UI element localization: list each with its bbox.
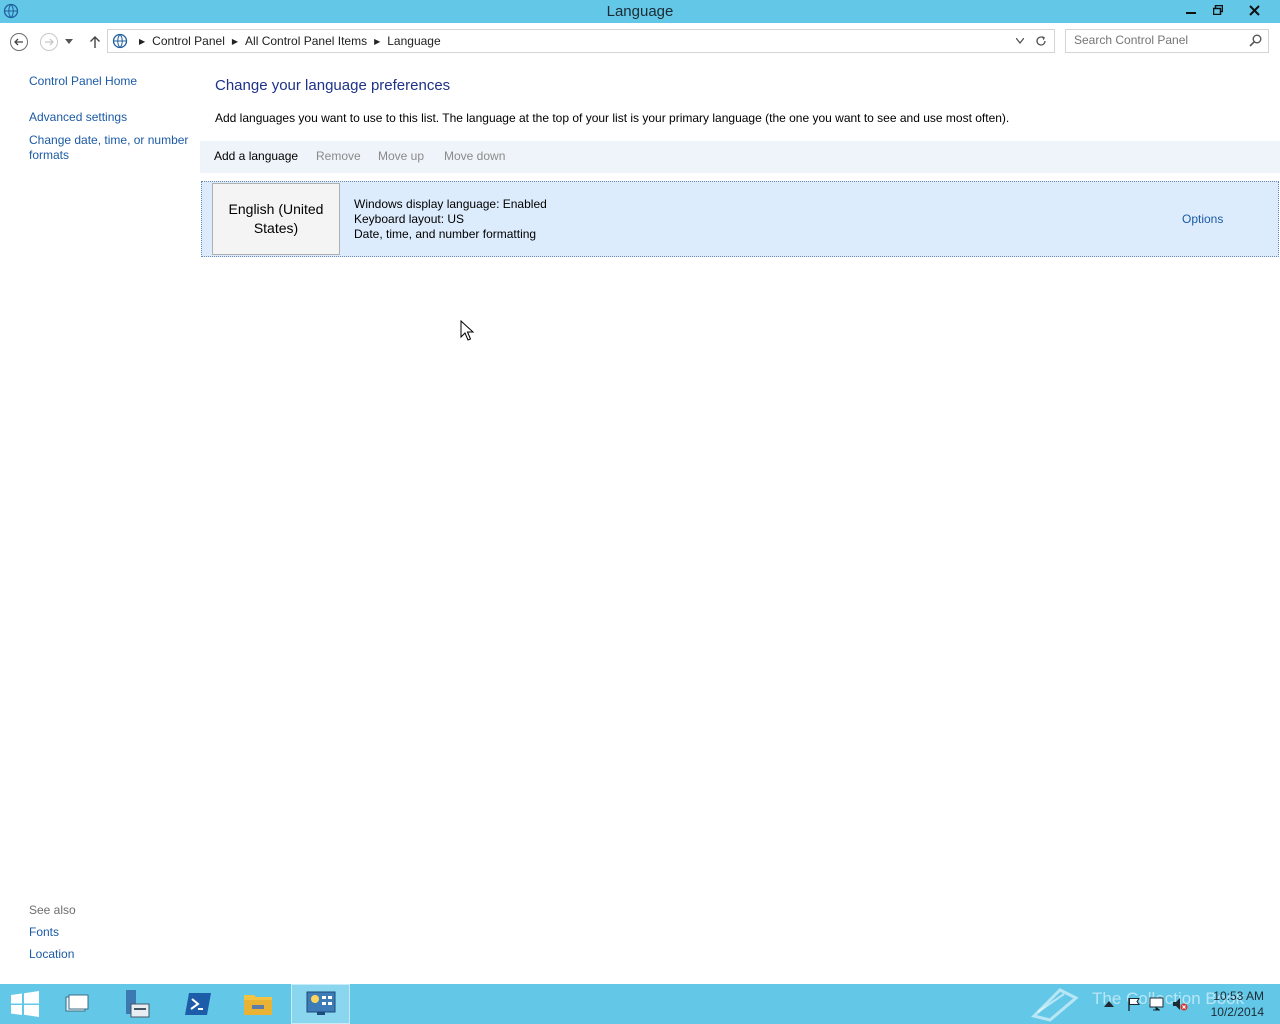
action-center-flag-icon[interactable] xyxy=(1126,996,1142,1012)
window-title: Language xyxy=(606,3,674,20)
taskbar-server-manager[interactable] xyxy=(112,984,158,1024)
search-icon[interactable] xyxy=(1249,34,1262,47)
show-hidden-icons-icon[interactable] xyxy=(1104,1000,1114,1008)
language-toolbar: Add a language Remove Move up Move down xyxy=(200,141,1280,173)
move-up-button[interactable]: Move up xyxy=(378,149,424,163)
left-navigation-pane: Control Panel Home Advanced settings Cha… xyxy=(29,74,194,163)
location-link[interactable]: Location xyxy=(29,947,76,961)
network-icon[interactable] xyxy=(1148,996,1166,1012)
control-panel-icon xyxy=(306,991,335,1015)
taskbar-task-view[interactable] xyxy=(54,984,99,1024)
restore-button[interactable] xyxy=(1204,0,1231,20)
taskbar-clock[interactable]: 10:53 AM 10/2/2014 xyxy=(1208,988,1264,1020)
volume-muted-icon[interactable] xyxy=(1172,996,1188,1012)
close-button[interactable] xyxy=(1231,0,1277,20)
restore-icon xyxy=(1212,5,1223,15)
control-panel-location-icon xyxy=(112,33,128,49)
display-language-status: Windows display language: Enabled xyxy=(354,197,547,211)
title-bar: Language xyxy=(0,0,1280,23)
search-box[interactable] xyxy=(1065,29,1269,53)
windows-explorer-window-icon xyxy=(65,994,88,1012)
breadcrumb-separator-icon[interactable]: ▶ xyxy=(139,37,145,46)
breadcrumb-separator-icon[interactable]: ▶ xyxy=(374,37,380,46)
forward-button[interactable] xyxy=(39,32,59,52)
minimize-icon xyxy=(1185,12,1196,14)
back-button[interactable] xyxy=(9,32,29,52)
page-description: Add languages you want to use to this li… xyxy=(215,111,1010,125)
taskbar-file-explorer[interactable] xyxy=(235,984,281,1024)
language-list-item[interactable]: English (United States) Windows display … xyxy=(201,181,1279,257)
see-also-header: See also xyxy=(29,903,76,917)
back-arrow-icon xyxy=(10,33,28,51)
remove-button[interactable]: Remove xyxy=(316,149,361,163)
taskbar-powershell[interactable] xyxy=(175,984,221,1024)
forward-arrow-icon xyxy=(40,33,58,51)
mouse-cursor-icon xyxy=(460,320,474,341)
up-button[interactable] xyxy=(85,32,105,52)
start-button[interactable] xyxy=(0,984,50,1024)
move-down-button[interactable]: Move down xyxy=(444,149,505,163)
taskbar-control-panel[interactable] xyxy=(291,984,350,1024)
breadcrumb-all-items[interactable]: All Control Panel Items xyxy=(245,34,367,48)
up-arrow-icon xyxy=(90,36,100,48)
language-name-tile[interactable]: English (United States) xyxy=(212,183,340,255)
minimize-button[interactable] xyxy=(1177,0,1204,20)
fonts-link[interactable]: Fonts xyxy=(29,925,76,939)
change-date-time-formats-link[interactable]: Change date, time, or number formats xyxy=(29,133,194,163)
add-language-button[interactable]: Add a language xyxy=(214,149,298,163)
address-bar[interactable]: ▶ Control Panel ▶ All Control Panel Item… xyxy=(107,29,1055,53)
search-input[interactable] xyxy=(1074,33,1244,47)
page-title: Change your language preferences xyxy=(215,77,451,94)
chevron-down-icon xyxy=(65,39,73,44)
breadcrumb-language[interactable]: Language xyxy=(387,34,440,48)
address-dropdown-icon[interactable] xyxy=(1016,38,1024,44)
breadcrumb-control-panel[interactable]: Control Panel xyxy=(152,34,225,48)
see-also-section: See also Fonts Location xyxy=(29,903,76,961)
book-watermark-icon xyxy=(1031,988,1079,1022)
folder-icon xyxy=(244,995,272,1015)
breadcrumb: ▶ Control Panel ▶ All Control Panel Item… xyxy=(132,34,441,48)
recent-locations-dropdown[interactable] xyxy=(62,32,76,52)
formatting-status: Date, time, and number formatting xyxy=(354,227,537,241)
language-options-link[interactable]: Options xyxy=(1182,212,1223,226)
breadcrumb-separator-icon[interactable]: ▶ xyxy=(232,37,238,46)
clock-time: 10:53 AM xyxy=(1213,989,1264,1003)
refresh-icon[interactable] xyxy=(1035,35,1047,47)
keyboard-layout-status: Keyboard layout: US xyxy=(354,212,465,226)
navigation-bar: ▶ Control Panel ▶ All Control Panel Item… xyxy=(0,23,1280,59)
taskbar: The Collection Book 10:53 AM 10/2/2014 xyxy=(0,984,1280,1024)
clock-date: 10/2/2014 xyxy=(1210,1005,1264,1019)
server-manager-icon xyxy=(126,990,150,1018)
system-tray xyxy=(1104,984,1188,1024)
language-details: Windows display language: Enabled Keyboa… xyxy=(354,197,547,242)
powershell-icon xyxy=(185,993,211,1015)
windows-logo-icon xyxy=(11,991,39,1017)
advanced-settings-link[interactable]: Advanced settings xyxy=(29,110,194,125)
control-panel-home-link[interactable]: Control Panel Home xyxy=(29,74,194,89)
close-icon xyxy=(1248,4,1260,16)
